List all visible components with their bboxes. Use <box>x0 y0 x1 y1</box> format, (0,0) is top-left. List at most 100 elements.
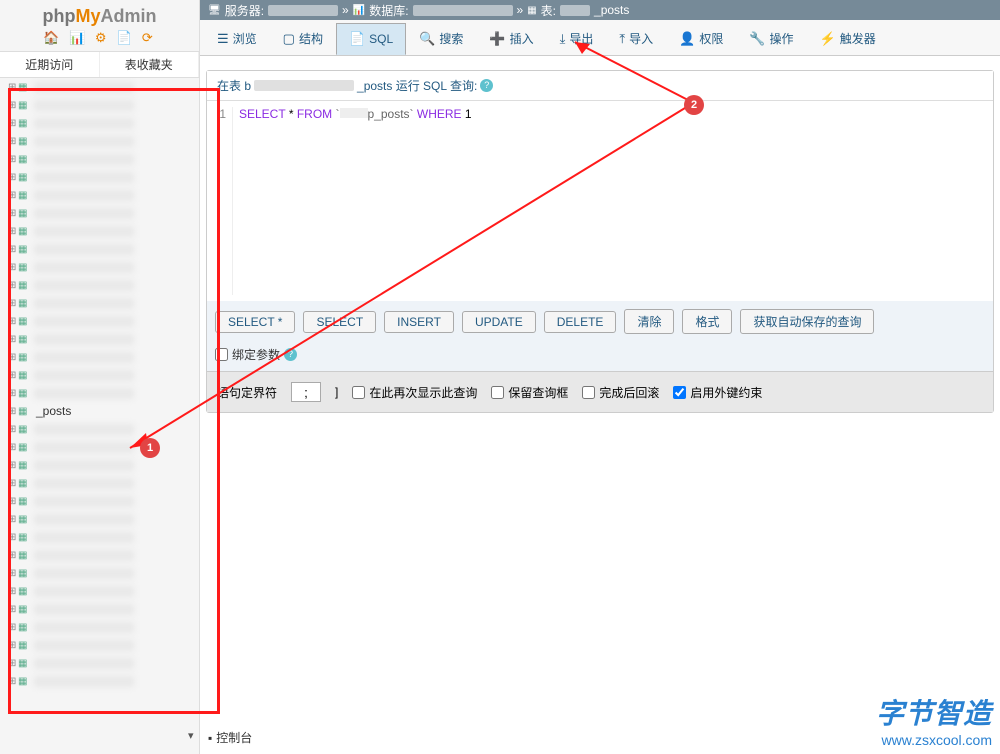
btn-select[interactable]: SELECT <box>303 311 376 333</box>
expand-icon[interactable]: ⊞ <box>8 622 18 633</box>
tree-item[interactable]: ⊞▦ <box>4 438 199 456</box>
expand-icon[interactable]: ⊞ <box>8 226 18 237</box>
expand-icon[interactable]: ⊞ <box>8 280 18 291</box>
tab-export[interactable]: ⤓导出 <box>547 22 607 55</box>
expand-icon[interactable]: ⊞ <box>8 514 18 525</box>
tree-item[interactable]: ⊞▦ <box>4 294 199 312</box>
expand-icon[interactable]: ⊞ <box>8 532 18 543</box>
tree-item[interactable]: ⊞▦ <box>4 492 199 510</box>
expand-icon[interactable]: ⊞ <box>8 298 18 309</box>
btn-format[interactable]: 格式 <box>682 309 732 334</box>
tree-item[interactable]: ⊞▦ <box>4 456 199 474</box>
expand-icon[interactable]: ⊞ <box>8 154 18 165</box>
tree-item[interactable]: ⊞▦ <box>4 348 199 366</box>
expand-icon[interactable]: ⊞ <box>8 352 18 363</box>
tree-item[interactable]: ⊞▦ <box>4 366 199 384</box>
expand-icon[interactable]: ⊞ <box>8 136 18 147</box>
tree-item[interactable]: ⊞▦ <box>4 204 199 222</box>
btn-delete[interactable]: DELETE <box>544 311 617 333</box>
bind-params-checkbox[interactable] <box>215 348 228 361</box>
tree-item[interactable]: ⊞▦ <box>4 150 199 168</box>
tree-item[interactable]: ⊞▦ <box>4 564 199 582</box>
tree-item[interactable]: ⊞▦ <box>4 654 199 672</box>
fk-checkbox[interactable] <box>673 386 686 399</box>
expand-icon[interactable]: ⊞ <box>8 640 18 651</box>
btn-autosave[interactable]: 获取自动保存的查询 <box>740 309 874 334</box>
tree-item[interactable]: ⊞▦ <box>4 546 199 564</box>
tree-item[interactable]: ⊞▦ <box>4 78 199 96</box>
expand-icon[interactable]: ⊞ <box>8 442 18 453</box>
tab-import[interactable]: ⤒导入 <box>606 22 666 55</box>
btn-insert[interactable]: INSERT <box>384 311 454 333</box>
expand-icon[interactable]: ⊞ <box>8 244 18 255</box>
expand-icon[interactable]: ⊞ <box>8 406 18 417</box>
tab-insert[interactable]: ➕插入 <box>476 22 546 55</box>
rollback-checkbox[interactable] <box>582 386 595 399</box>
tree-item[interactable]: ⊞▦ <box>4 528 199 546</box>
tree-item[interactable]: ⊞▦ <box>4 384 199 402</box>
expand-icon[interactable]: ⊞ <box>8 208 18 219</box>
expand-icon[interactable]: ⊞ <box>8 496 18 507</box>
db-tree[interactable]: ⊞▦⊞▦⊞▦⊞▦⊞▦⊞▦⊞▦⊞▦⊞▦⊞▦⊞▦⊞▦⊞▦⊞▦⊞▦⊞▦⊞▦⊞▦⊞▦_p… <box>0 78 199 718</box>
tree-item[interactable]: ⊞▦ <box>4 258 199 276</box>
tree-item[interactable]: ⊞▦ <box>4 672 199 690</box>
tree-item[interactable]: ⊞▦ <box>4 420 199 438</box>
tree-item[interactable]: ⊞▦ <box>4 132 199 150</box>
tree-item[interactable]: ⊞▦ <box>4 240 199 258</box>
expand-icon[interactable]: ⊞ <box>8 676 18 687</box>
expand-icon[interactable]: ⊞ <box>8 568 18 579</box>
btn-clear[interactable]: 清除 <box>624 309 674 334</box>
expand-icon[interactable]: ⊞ <box>8 586 18 597</box>
tree-item[interactable]: ⊞▦ <box>4 582 199 600</box>
delimiter-input[interactable] <box>291 382 321 402</box>
tab-operations[interactable]: 🔧操作 <box>736 22 806 55</box>
expand-icon[interactable]: ⊞ <box>8 262 18 273</box>
tab-privileges[interactable]: 👤权限 <box>666 22 736 55</box>
tab-favorites[interactable]: 表收藏夹 <box>100 52 200 77</box>
tree-item[interactable]: ⊞▦ <box>4 636 199 654</box>
tree-item[interactable]: ⊞▦ <box>4 312 199 330</box>
tab-search[interactable]: 🔍搜索 <box>406 22 476 55</box>
tree-item[interactable]: ⊞▦ <box>4 96 199 114</box>
tab-triggers[interactable]: ⚡触发器 <box>807 22 889 55</box>
console-btn[interactable]: ▪ 控制台 <box>200 729 252 746</box>
tree-item[interactable]: ⊞▦ <box>4 186 199 204</box>
expand-icon[interactable]: ⊞ <box>8 478 18 489</box>
tab-sql[interactable]: 📄SQL <box>336 23 406 55</box>
tab-structure[interactable]: ▢结构 <box>270 22 336 55</box>
toolbar-icons[interactable]: 🏠 📊 ⚙ 📄 ⟳ <box>8 27 191 49</box>
show-again-checkbox[interactable] <box>352 386 365 399</box>
expand-icon[interactable]: ⊞ <box>8 334 18 345</box>
sql-editor[interactable]: 1 SELECT * FROM `p_posts` WHERE 1 <box>207 101 993 301</box>
btn-update[interactable]: UPDATE <box>462 311 536 333</box>
tree-item[interactable]: ⊞▦ <box>4 222 199 240</box>
expand-icon[interactable]: ⊞ <box>8 388 18 399</box>
tree-item[interactable]: ⊞▦ <box>4 276 199 294</box>
sql-code[interactable]: SELECT * FROM `p_posts` WHERE 1 <box>233 107 987 295</box>
expand-icon[interactable]: ⊞ <box>8 658 18 669</box>
expand-icon[interactable]: ⊞ <box>8 172 18 183</box>
expand-icon[interactable]: ⊞ <box>8 424 18 435</box>
tree-item[interactable]: ⊞▦ <box>4 114 199 132</box>
tree-item[interactable]: ⊞▦ <box>4 510 199 528</box>
tree-scroll-handle[interactable]: ▾ <box>188 729 194 742</box>
btn-select-all[interactable]: SELECT * <box>215 311 295 333</box>
retain-checkbox[interactable] <box>491 386 504 399</box>
tree-item[interactable]: ⊞▦ <box>4 618 199 636</box>
expand-icon[interactable]: ⊞ <box>8 316 18 327</box>
tab-recent[interactable]: 近期访问 <box>0 52 100 77</box>
expand-icon[interactable]: ⊞ <box>8 460 18 471</box>
tree-item[interactable]: ⊞▦ <box>4 600 199 618</box>
expand-icon[interactable]: ⊞ <box>8 118 18 129</box>
tree-item[interactable]: ⊞▦ <box>4 474 199 492</box>
tab-browse[interactable]: ☰浏览 <box>204 22 270 55</box>
help-icon[interactable]: ? <box>480 79 493 92</box>
tree-item[interactable]: ⊞▦ <box>4 330 199 348</box>
expand-icon[interactable]: ⊞ <box>8 100 18 111</box>
expand-icon[interactable]: ⊞ <box>8 604 18 615</box>
tree-item[interactable]: ⊞▦_posts <box>4 402 199 420</box>
help-icon[interactable]: ? <box>284 348 297 361</box>
tree-item[interactable]: ⊞▦ <box>4 168 199 186</box>
expand-icon[interactable]: ⊞ <box>8 82 18 93</box>
expand-icon[interactable]: ⊞ <box>8 370 18 381</box>
